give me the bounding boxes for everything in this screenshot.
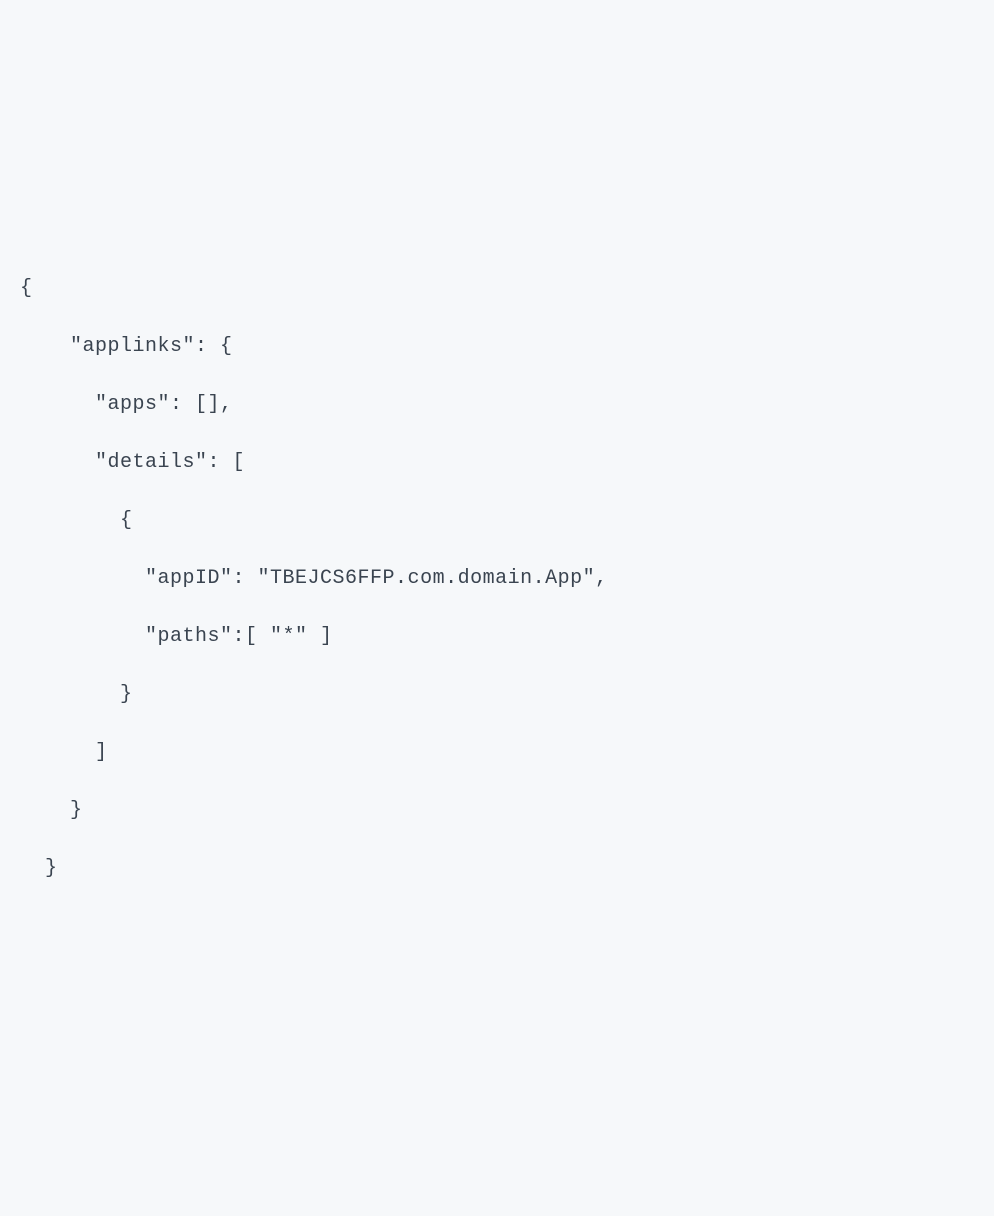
code-line: { [20,492,974,550]
code-line: } [20,666,974,724]
code-line: "apps": [], [20,376,974,434]
code-line: "details": [ [20,434,974,492]
code-line: "paths":[ "*" ] [20,608,974,666]
code-line: "appID": "TBEJCS6FFP.com.domain.App", [20,550,974,608]
code-block: { "applinks": { "apps": [], "details": [… [20,260,974,898]
code-line: } [20,782,974,840]
code-line: } [20,840,974,898]
code-line: { [20,260,974,318]
code-line: "applinks": { [20,318,974,376]
code-line: ] [20,724,974,782]
